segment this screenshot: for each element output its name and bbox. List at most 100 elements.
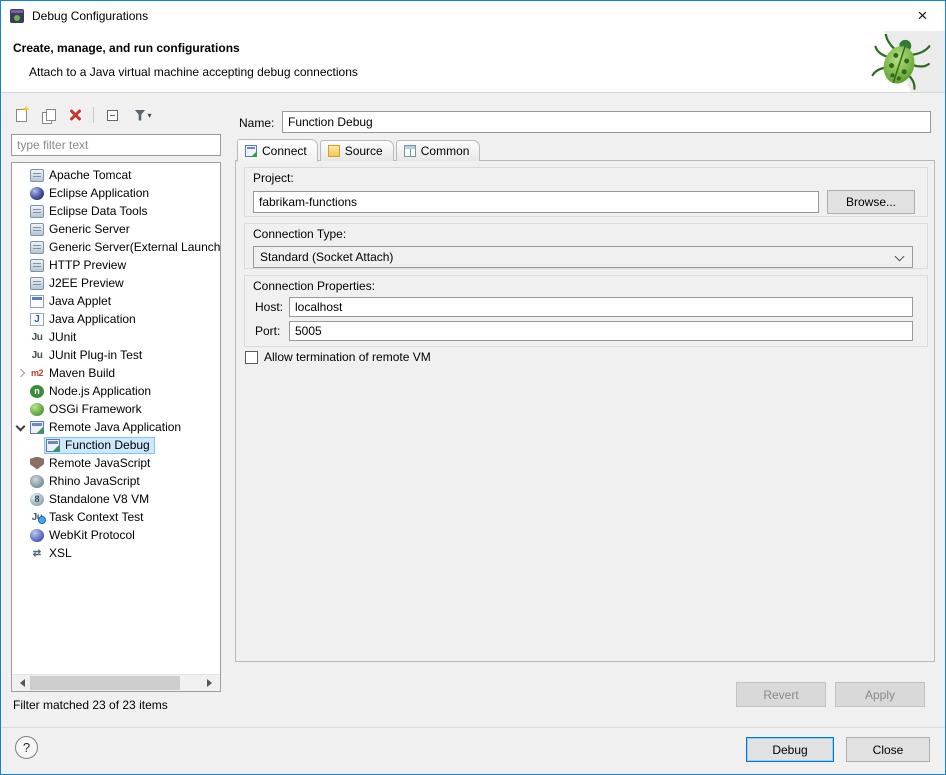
close-window-button[interactable]: × — [900, 1, 945, 30]
rhino-icon — [30, 475, 44, 488]
name-input[interactable] — [282, 111, 931, 133]
tab-connect[interactable]: Connect — [237, 139, 318, 162]
connection-type-combo[interactable]: Standard (Socket Attach) — [253, 246, 913, 268]
java-icon — [30, 313, 44, 326]
tree-item-rhino-javascript[interactable]: Rhino JavaScript — [12, 472, 220, 490]
tree-item-task-context-test[interactable]: Task Context Test — [12, 508, 220, 526]
configurations-toolbar: ▾ — [9, 102, 159, 128]
apply-button[interactable]: Apply — [835, 682, 925, 707]
tree-item-java-application[interactable]: Java Application — [12, 310, 220, 328]
scroll-left-button[interactable] — [12, 675, 29, 691]
tree-item-function-debug[interactable]: Function Debug — [12, 436, 220, 454]
tree-item-junit[interactable]: JUnit — [12, 328, 220, 346]
tree-item-j2ee-preview[interactable]: J2EE Preview — [12, 274, 220, 292]
help-button[interactable]: ? — [15, 736, 38, 759]
delete-configuration-button[interactable] — [63, 103, 87, 127]
common-tab-icon — [404, 145, 416, 157]
tree-item-label: Java Applet — [49, 294, 111, 308]
tab-common-label: Common — [421, 144, 470, 158]
tree-item-remote-java-application[interactable]: Remote Java Application — [12, 418, 220, 436]
filter-options-button[interactable]: ▾ — [127, 103, 159, 127]
tree-item-body: XSL — [28, 545, 77, 562]
junit-icon — [30, 331, 44, 344]
project-input[interactable] — [253, 191, 819, 213]
scroll-right-button[interactable] — [203, 675, 220, 691]
connection-type-label: Connection Type: — [253, 227, 346, 241]
tree-item-label: Standalone V8 VM — [49, 492, 149, 506]
server-icon — [30, 223, 44, 236]
tree-item-body: J2EE Preview — [28, 275, 129, 292]
browse-button[interactable]: Browse... — [827, 190, 915, 214]
task-context-icon — [30, 511, 44, 524]
tree-expander-spacer — [12, 490, 28, 508]
tree-expander-spacer — [12, 346, 28, 364]
tree-item-label: Generic Server(External Launch) — [49, 240, 220, 254]
tree-expander-spacer — [12, 400, 28, 418]
remote-javascript-icon — [30, 457, 44, 470]
tree-item-maven-build[interactable]: Maven Build — [12, 364, 220, 382]
duplicate-configuration-button[interactable] — [36, 103, 60, 127]
duplicate-icon — [42, 109, 55, 122]
delete-icon — [69, 109, 81, 121]
tree-item-eclipse-data-tools[interactable]: Eclipse Data Tools — [12, 202, 220, 220]
tree-item-webkit-protocol[interactable]: WebKit Protocol — [12, 526, 220, 544]
tree-item-label: Generic Server — [49, 222, 130, 236]
tree-expander-spacer — [12, 382, 28, 400]
tree-expander-spacer — [12, 274, 28, 292]
tree-item-body: Function Debug — [44, 437, 155, 454]
connection-properties-label: Connection Properties: — [253, 279, 375, 293]
tree-item-generic-server-external-launch[interactable]: Generic Server(External Launch) — [12, 238, 220, 256]
connect-tab-content: Project: Browse... Connection Type: Stan… — [235, 160, 935, 662]
tree-item-eclipse-application[interactable]: Eclipse Application — [12, 184, 220, 202]
tree-expander-spacer — [12, 526, 28, 544]
server-icon — [30, 205, 44, 218]
new-configuration-button[interactable] — [9, 103, 33, 127]
tree-expander-spacer — [12, 184, 28, 202]
tree-expander-spacer — [12, 238, 28, 256]
tree-item-xsl[interactable]: XSL — [12, 544, 220, 562]
allow-termination-label: Allow termination of remote VM — [264, 350, 431, 364]
scrollbar-track[interactable] — [29, 675, 203, 691]
tree-item-body: Remote JavaScript — [28, 455, 155, 472]
tab-source-label: Source — [345, 144, 383, 158]
filter-input[interactable] — [11, 134, 221, 156]
revert-button[interactable]: Revert — [736, 682, 826, 707]
scrollbar-thumb[interactable] — [30, 676, 180, 690]
tab-common[interactable]: Common — [396, 140, 481, 161]
tree-item-standalone-v8-vm[interactable]: Standalone V8 VM — [12, 490, 220, 508]
server-icon — [30, 259, 44, 272]
host-input[interactable] — [289, 297, 913, 317]
server-icon — [30, 169, 44, 182]
tree-item-osgi-framework[interactable]: OSGi Framework — [12, 400, 220, 418]
allow-termination-row: Allow termination of remote VM — [245, 350, 431, 364]
tree-expander-spacer — [12, 166, 28, 184]
filter-icon — [134, 110, 145, 121]
tree-item-body: Generic Server — [28, 221, 135, 238]
port-input[interactable] — [289, 321, 913, 341]
tree-expanded-chevron-icon[interactable] — [12, 418, 28, 436]
allow-termination-checkbox[interactable] — [245, 351, 258, 364]
tab-source[interactable]: Source — [320, 140, 394, 161]
tree-item-body: Rhino JavaScript — [28, 473, 145, 490]
debug-button[interactable]: Debug — [746, 737, 834, 762]
collapse-all-button[interactable] — [100, 103, 124, 127]
junit-icon — [30, 349, 44, 362]
applet-icon — [30, 295, 44, 308]
close-button[interactable]: Close — [846, 737, 930, 762]
connection-properties-group: Connection Properties: Host: Port: — [244, 275, 928, 347]
connect-tab-icon — [245, 145, 257, 157]
tree-item-node-js-application[interactable]: Node.js Application — [12, 382, 220, 400]
tree-item-body: WebKit Protocol — [28, 527, 140, 544]
tree-collapsed-chevron-icon[interactable] — [12, 364, 28, 382]
tree-item-body: Apache Tomcat — [28, 167, 137, 184]
horizontal-scrollbar[interactable] — [12, 674, 220, 691]
tree-item-http-preview[interactable]: HTTP Preview — [12, 256, 220, 274]
tree-item-apache-tomcat[interactable]: Apache Tomcat — [12, 166, 220, 184]
tree-item-label: Apache Tomcat — [49, 168, 132, 182]
tree-item-generic-server[interactable]: Generic Server — [12, 220, 220, 238]
right-arrow-icon — [207, 679, 216, 687]
tree-item-java-applet[interactable]: Java Applet — [12, 292, 220, 310]
tree-item-junit-plug-in-test[interactable]: JUnit Plug-in Test — [12, 346, 220, 364]
tree-item-remote-javascript[interactable]: Remote JavaScript — [12, 454, 220, 472]
tree-item-body: Java Application — [28, 311, 141, 328]
